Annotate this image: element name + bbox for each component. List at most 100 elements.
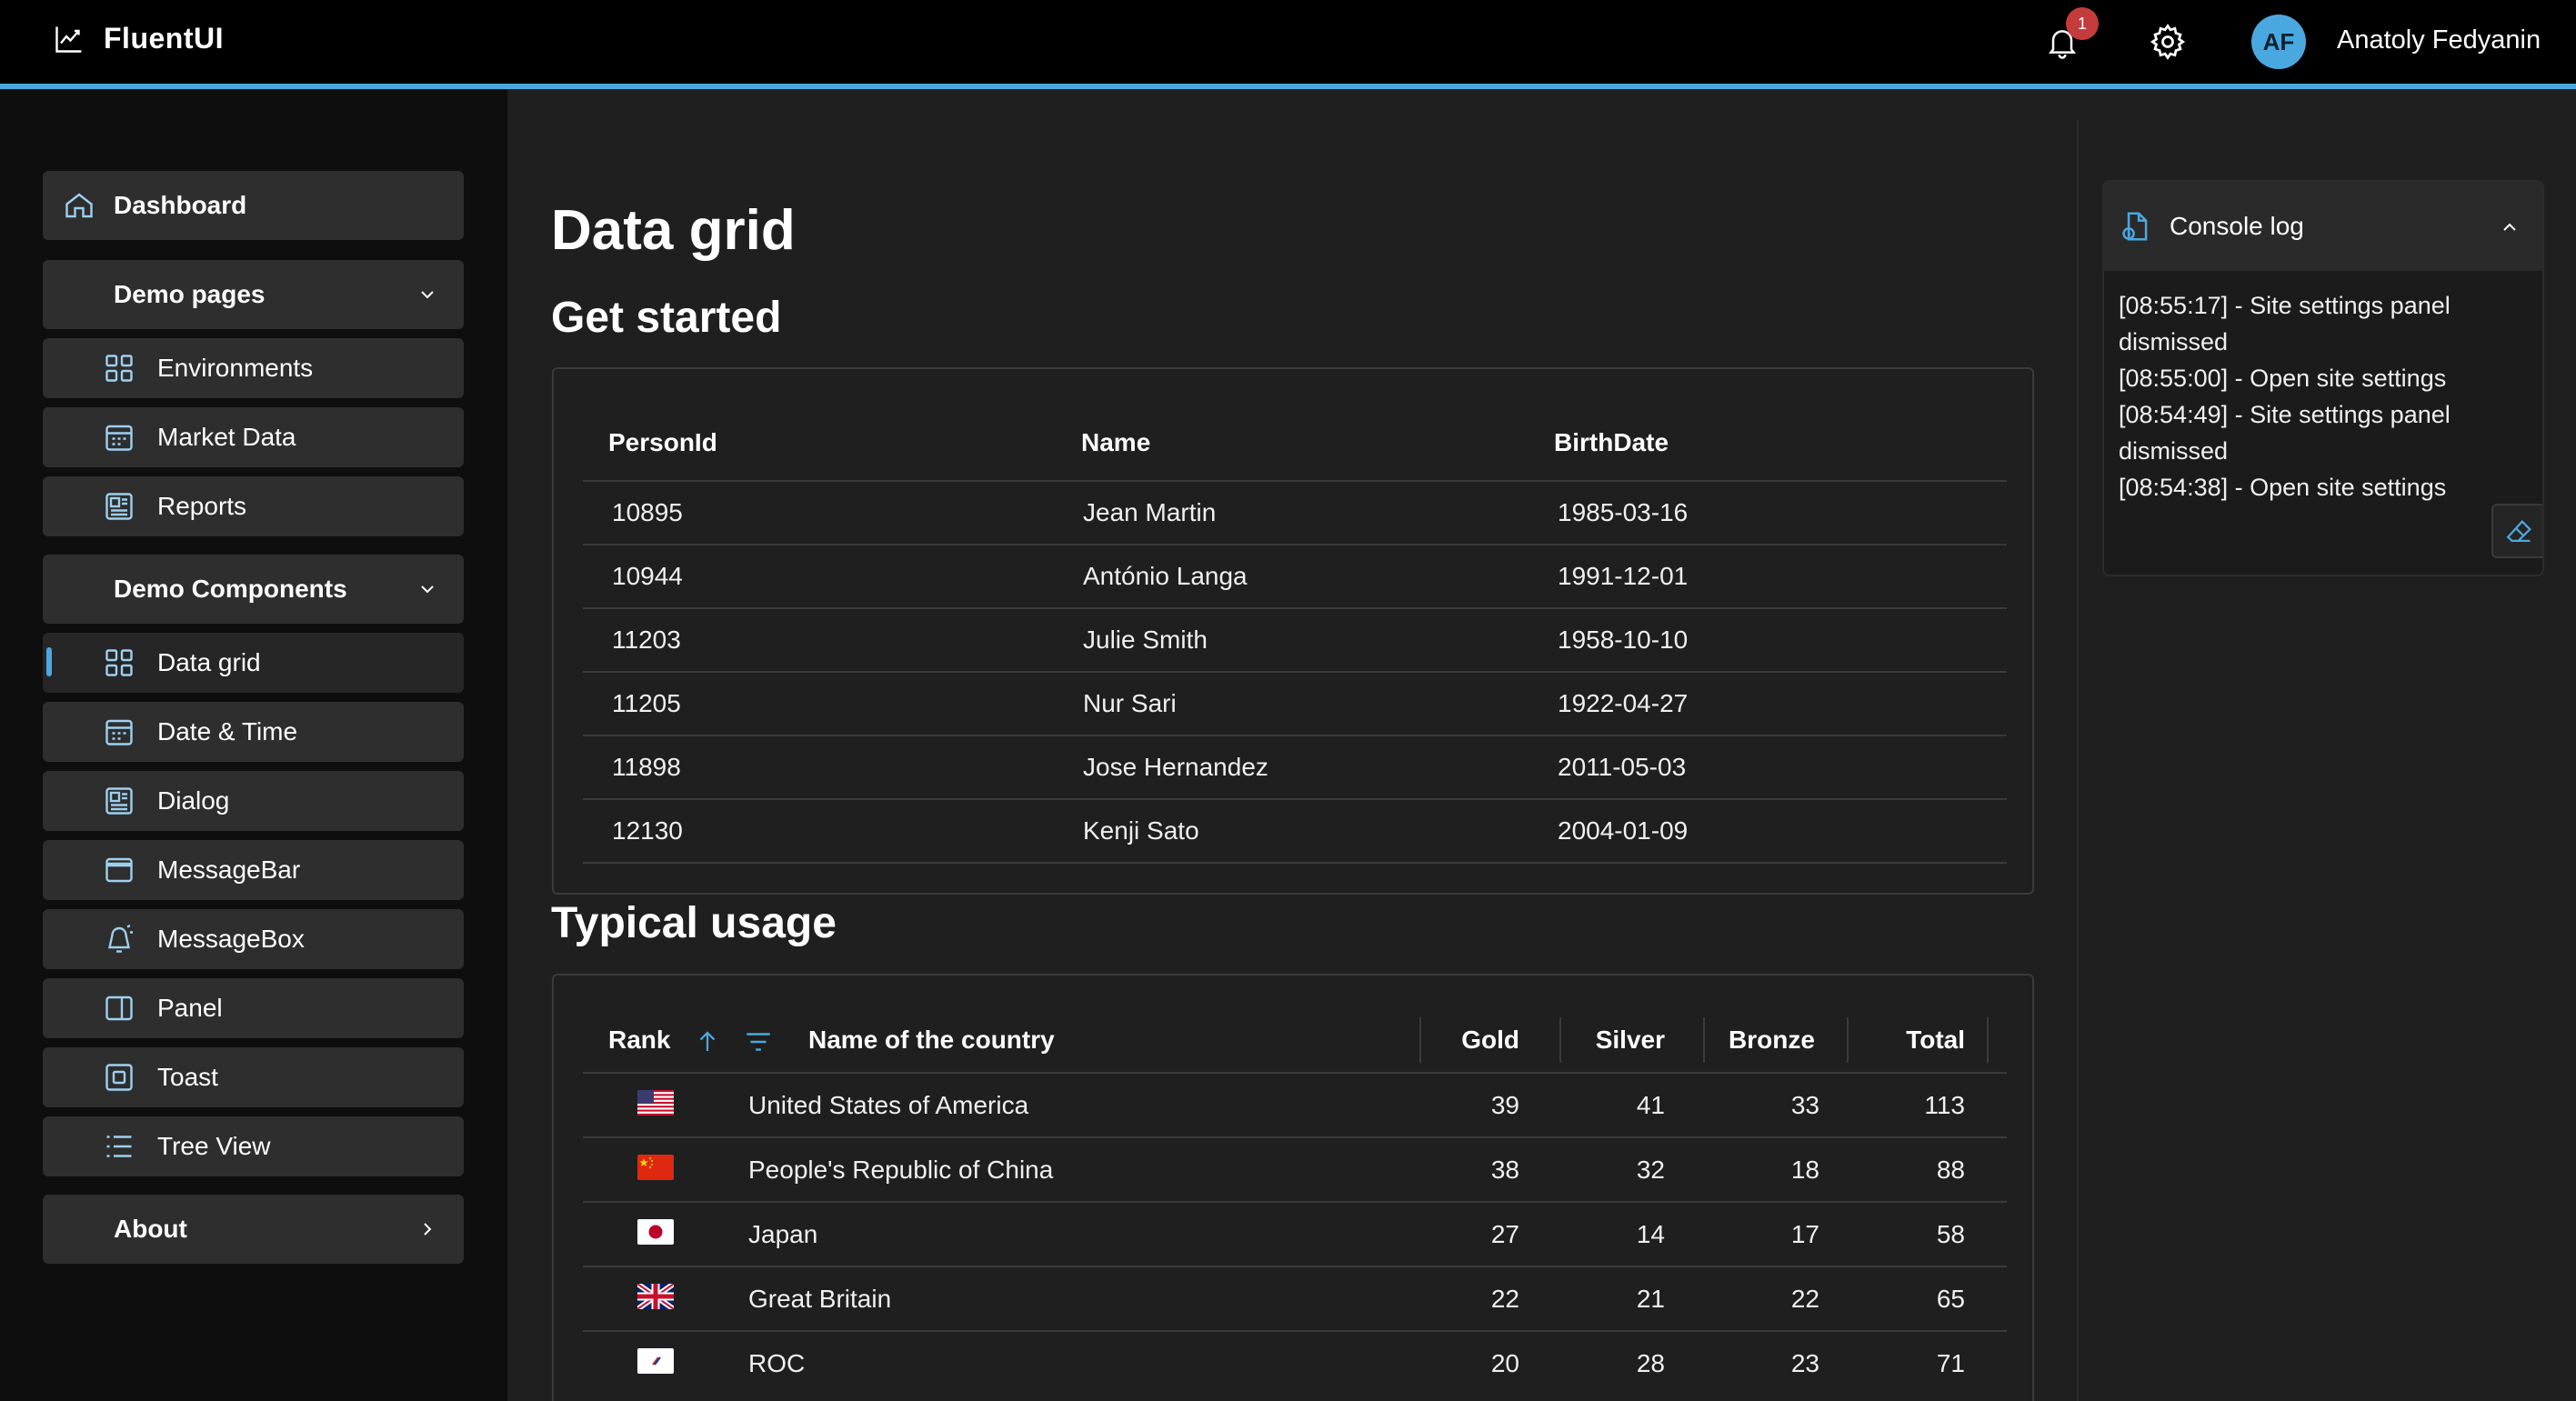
cell-personid: 12130 bbox=[612, 816, 683, 845]
gb-flag-icon bbox=[637, 1284, 674, 1309]
sidebar-item-label: MessageBox bbox=[157, 925, 305, 953]
sidebar-item-market-data[interactable]: Market Data bbox=[43, 407, 464, 467]
cell-personid: 10895 bbox=[612, 498, 683, 526]
column-separator[interactable] bbox=[1987, 1017, 1989, 1063]
column-separator[interactable] bbox=[1559, 1017, 1561, 1063]
page-title: Data grid bbox=[551, 199, 796, 262]
sidebar-item-label: Panel bbox=[157, 994, 223, 1022]
app-title: FluentUI bbox=[104, 22, 224, 55]
filter-icon[interactable] bbox=[743, 1026, 774, 1057]
brand[interactable]: FluentUI bbox=[53, 22, 224, 55]
cell-gold: 39 bbox=[1490, 1090, 1519, 1119]
clear-log-button[interactable] bbox=[2491, 504, 2542, 558]
cell-personid: 11205 bbox=[612, 689, 681, 717]
console-log-panel: Console log [08:55:17] - Site settings p… bbox=[2102, 180, 2544, 576]
table-row[interactable]: Great Britain 22 21 22 65 bbox=[583, 1266, 2007, 1330]
document-icon bbox=[2122, 212, 2148, 241]
cell-silver: 32 bbox=[1636, 1155, 1665, 1184]
chevron-down-icon bbox=[421, 291, 434, 299]
cell-country: United States of America bbox=[748, 1090, 1029, 1119]
gear-icon[interactable] bbox=[2148, 22, 2188, 62]
sidebar-item-label: Market Data bbox=[157, 423, 296, 451]
cell-silver: 14 bbox=[1636, 1219, 1665, 1248]
table-row[interactable]: People's Republic of China 38 32 18 88 bbox=[583, 1136, 2007, 1201]
sidebar-item-messagebar[interactable]: MessageBar bbox=[43, 840, 464, 900]
grid-icon bbox=[105, 355, 133, 382]
sidebar-item-tree-view[interactable]: Tree View bbox=[43, 1116, 464, 1176]
table-row[interactable]: 11898 Jose Hernandez 2011-05-03 bbox=[583, 735, 2007, 798]
people-grid: PersonId Name BirthDate 10895 Jean Marti… bbox=[552, 367, 2034, 895]
row-divider bbox=[583, 862, 2007, 864]
sidebar-group-demo-components[interactable]: Demo Components bbox=[43, 555, 464, 624]
panel-icon bbox=[105, 996, 133, 1021]
sidebar-item-environments[interactable]: Environments bbox=[43, 338, 464, 398]
column-header-rank[interactable]: Rank bbox=[608, 1008, 670, 1072]
cell-total: 113 bbox=[1924, 1090, 1965, 1119]
column-separator[interactable] bbox=[1703, 1017, 1705, 1063]
cell-birthdate: 1958-10-10 bbox=[1558, 625, 1689, 654]
sidebar-item-messagebox[interactable]: MessageBox bbox=[43, 909, 464, 969]
sidebar-item-label: Dashboard bbox=[114, 191, 247, 219]
column-separator[interactable] bbox=[1847, 1017, 1849, 1063]
sidebar-item-dialog[interactable]: Dialog bbox=[43, 771, 464, 831]
table-row[interactable]: Japan 27 14 17 58 bbox=[583, 1201, 2007, 1266]
column-header-name[interactable]: Name bbox=[1081, 411, 1150, 475]
cell-country: People's Republic of China bbox=[748, 1155, 1054, 1184]
console-log-list: [08:55:17] - Site settings panel dismiss… bbox=[2119, 287, 2501, 505]
sidebar-item-panel[interactable]: Panel bbox=[43, 978, 464, 1038]
sidebar-item-date-time[interactable]: Date & Time bbox=[43, 702, 464, 762]
section-title-get-started: Get started bbox=[551, 294, 782, 342]
selected-indicator bbox=[46, 647, 52, 676]
grid-icon bbox=[105, 649, 133, 676]
table-row[interactable]: United States of America 39 41 33 113 bbox=[583, 1072, 2007, 1136]
home-icon bbox=[65, 193, 93, 218]
table-row[interactable]: 11203 Julie Smith 1958-10-10 bbox=[583, 607, 2007, 671]
column-separator[interactable] bbox=[1419, 1017, 1421, 1063]
table-row[interactable]: 12130 Kenji Sato 2004-01-09 bbox=[583, 798, 2007, 862]
column-header-country[interactable]: Name of the country bbox=[808, 1008, 1055, 1072]
column-header-birthdate[interactable]: BirthDate bbox=[1554, 411, 1669, 475]
calendar-icon bbox=[105, 719, 133, 746]
us-flag-icon bbox=[637, 1090, 674, 1116]
sidebar-item-reports[interactable]: Reports bbox=[43, 476, 464, 536]
sort-ascending-icon[interactable] bbox=[694, 1026, 721, 1057]
sidebar-item-label: Dialog bbox=[157, 786, 230, 815]
sidebar-item-about[interactable]: About bbox=[43, 1195, 464, 1264]
table-row[interactable]: 10944 António Langa 1991-12-01 bbox=[583, 544, 2007, 607]
chevron-up-icon[interactable] bbox=[2499, 216, 2521, 238]
column-header-gold[interactable]: Gold bbox=[1456, 1008, 1519, 1072]
cell-name: Julie Smith bbox=[1083, 625, 1208, 654]
column-header-total[interactable]: Total bbox=[1892, 1008, 1965, 1072]
cell-total: 88 bbox=[1936, 1155, 1965, 1184]
cell-country: Great Britain bbox=[748, 1284, 892, 1313]
alert-bell-icon bbox=[108, 924, 133, 953]
sidebar-item-toast[interactable]: Toast bbox=[43, 1047, 464, 1107]
console-header[interactable]: Console log bbox=[2104, 182, 2542, 271]
user-name[interactable]: Anatoly Fedyanin bbox=[2337, 25, 2541, 55]
panel-divider bbox=[2077, 120, 2079, 1401]
table-row[interactable]: 10895 Jean Martin 1985-03-16 bbox=[583, 480, 2007, 544]
avatar[interactable]: AF bbox=[2251, 15, 2306, 69]
table-row[interactable]: ROC 20 28 23 71 bbox=[583, 1330, 2007, 1395]
sidebar-group-demo-pages[interactable]: Demo pages bbox=[43, 260, 464, 329]
cell-personid: 10944 bbox=[612, 562, 683, 590]
cell-bronze: 23 bbox=[1790, 1348, 1819, 1377]
calendar-icon bbox=[105, 425, 133, 451]
console-title: Console log bbox=[2170, 212, 2304, 240]
sidebar-item-label: About bbox=[114, 1215, 187, 1243]
column-header-bronze[interactable]: Bronze bbox=[1729, 1008, 1815, 1072]
cell-bronze: 17 bbox=[1790, 1219, 1819, 1248]
sidebar-item-dashboard[interactable]: Dashboard bbox=[43, 171, 464, 240]
cell-gold: 20 bbox=[1490, 1348, 1519, 1377]
jp-flag-icon bbox=[637, 1219, 674, 1245]
people-grid-header: PersonId Name BirthDate bbox=[583, 411, 2007, 475]
sidebar-item-label: Data grid bbox=[157, 648, 261, 676]
column-header-silver[interactable]: Silver bbox=[1592, 1008, 1665, 1072]
cell-personid: 11203 bbox=[612, 625, 681, 654]
column-header-personid[interactable]: PersonId bbox=[608, 411, 717, 475]
log-entry: [08:54:38] - Open site settings bbox=[2119, 474, 2447, 501]
sidebar-item-data-grid[interactable]: Data grid bbox=[43, 633, 464, 693]
sidebar-item-label: Reports bbox=[157, 492, 247, 520]
table-row[interactable]: 11205 Nur Sari 1922-04-27 bbox=[583, 671, 2007, 735]
cell-country: ROC bbox=[748, 1348, 806, 1377]
